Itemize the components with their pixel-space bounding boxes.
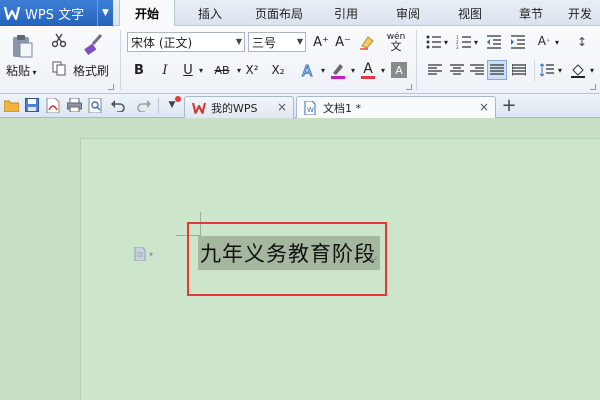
wps-logo-icon xyxy=(191,100,207,116)
close-icon[interactable]: × xyxy=(277,100,287,114)
justify-icon[interactable] xyxy=(487,60,507,80)
change-case-button[interactable]: A ⁺ xyxy=(534,31,554,51)
scissors-icon[interactable] xyxy=(50,31,68,49)
tab-developer[interactable]: 开发 xyxy=(568,0,600,26)
line-spacing-menu-icon[interactable] xyxy=(538,60,556,80)
undo-icon[interactable] xyxy=(110,97,126,113)
increase-indent-icon[interactable] xyxy=(508,33,528,51)
effect-dropdown-icon[interactable]: ▾ xyxy=(318,60,328,80)
text-effect-icon[interactable]: A xyxy=(298,60,318,80)
align-right-icon[interactable] xyxy=(468,62,486,78)
chevron-down-icon: ▼ xyxy=(235,37,242,46)
strikethrough-button[interactable]: AB xyxy=(210,60,234,80)
highlight-annotation-box xyxy=(187,222,387,296)
distributed-align-icon[interactable] xyxy=(510,62,528,78)
superscript-button[interactable]: X² xyxy=(242,60,262,80)
font-name-select[interactable]: 宋体 (正文) ▼ xyxy=(127,32,245,52)
font-color-swatch xyxy=(361,75,375,79)
character-shading-button[interactable]: A xyxy=(391,62,407,78)
shading-dropdown-icon[interactable]: ▾ xyxy=(588,60,596,80)
align-center-icon[interactable] xyxy=(448,62,466,78)
document-icon: W xyxy=(303,100,317,116)
preview-icon[interactable] xyxy=(87,97,103,113)
svg-text:W: W xyxy=(307,106,314,114)
save-icon[interactable] xyxy=(24,97,40,113)
align-left-icon[interactable] xyxy=(426,62,444,78)
phonetic-guide-button[interactable]: wén 文 xyxy=(382,31,410,53)
numbered-list-icon[interactable]: 123 xyxy=(454,33,474,51)
app-menu-button[interactable]: WPS 文字 ▼ xyxy=(0,0,113,26)
group-divider xyxy=(120,30,121,90)
change-case-dropdown-icon[interactable]: ▾ xyxy=(553,33,561,51)
svg-text:3: 3 xyxy=(456,45,459,49)
pdf-icon[interactable] xyxy=(45,97,61,113)
numbering-dropdown-icon[interactable]: ▾ xyxy=(472,33,480,51)
doc-tab-label: 我的WPS xyxy=(211,101,258,115)
font-color-button[interactable]: A xyxy=(358,60,378,80)
copy-icon[interactable] xyxy=(50,59,68,77)
app-title: WPS 文字 xyxy=(25,7,85,23)
tab-references[interactable]: 引用 xyxy=(326,0,366,26)
wps-logo-icon xyxy=(3,4,21,22)
redo-icon[interactable] xyxy=(136,97,152,113)
folder-icon[interactable] xyxy=(3,97,19,113)
print-icon[interactable] xyxy=(66,97,82,113)
line-spacing-dropdown-icon[interactable]: ▾ xyxy=(556,60,564,80)
font-size-select[interactable]: 三号 ▼ xyxy=(248,32,306,52)
font-color-dropdown-icon[interactable]: ▾ xyxy=(378,60,388,80)
tab-view[interactable]: 视图 xyxy=(450,0,490,26)
notification-dot-icon xyxy=(174,95,182,103)
underline-dropdown-icon[interactable]: ▾ xyxy=(196,60,206,80)
quick-access-divider xyxy=(158,98,159,114)
highlight-icon[interactable] xyxy=(328,60,348,80)
tab-home[interactable]: 开始 xyxy=(119,0,175,27)
svg-text:A: A xyxy=(302,62,313,78)
shrink-font-button[interactable]: A⁻ xyxy=(333,32,353,52)
subscript-button[interactable]: X₂ xyxy=(268,60,288,80)
format-painter-button[interactable]: 格式刷 xyxy=(73,62,109,79)
underline-button[interactable]: U xyxy=(180,60,196,80)
group-divider xyxy=(534,60,535,82)
grow-font-button[interactable]: A⁺ xyxy=(311,32,331,52)
clipboard-icon[interactable] xyxy=(8,32,36,60)
bullet-dropdown-icon[interactable]: ▾ xyxy=(442,33,450,51)
app-dropdown-icon[interactable]: ▼ xyxy=(97,0,113,26)
close-icon[interactable]: × xyxy=(479,100,489,114)
bullet-list-icon[interactable] xyxy=(424,33,444,51)
line-spacing-icon[interactable]: ↕ xyxy=(572,33,592,51)
quick-access-bar: ▼ 我的WPS × W 文档1 * × + xyxy=(0,94,600,119)
tab-insert[interactable]: 插入 xyxy=(188,0,232,26)
font-group-launcher[interactable] xyxy=(406,84,412,90)
ribbon: 粘贴 ▾ 格式刷 宋体 (正文) ▼ 三号 ▼ A⁺ A⁻ wén 文 B I U ▾… xyxy=(0,26,600,94)
clipboard-group-launcher[interactable] xyxy=(108,84,114,90)
doc-tab-document1[interactable]: W 文档1 * × xyxy=(296,96,496,119)
doc-tab-my-wps[interactable]: 我的WPS × xyxy=(184,96,294,118)
doc-tab-label: 文档1 * xyxy=(323,102,361,115)
menu-bar: WPS 文字 ▼ 开始 插入 页面布局 引用 审阅 视图 章节 开发 xyxy=(0,0,600,27)
chevron-down-icon: ▼ xyxy=(296,37,303,46)
group-divider xyxy=(416,30,417,90)
tab-section[interactable]: 章节 xyxy=(511,0,551,26)
decrease-indent-icon[interactable] xyxy=(484,33,504,51)
tab-review[interactable]: 审阅 xyxy=(388,0,428,26)
new-tab-button[interactable]: + xyxy=(500,95,518,116)
paste-button[interactable]: 粘贴 ▾ xyxy=(6,62,37,79)
tab-page-layout[interactable]: 页面布局 xyxy=(247,0,311,26)
paragraph-options-icon[interactable]: ▾ xyxy=(134,247,160,261)
highlight-dropdown-icon[interactable]: ▾ xyxy=(348,60,358,80)
paragraph-group-launcher[interactable] xyxy=(590,84,596,90)
bold-button[interactable]: B xyxy=(131,60,147,80)
clear-format-icon[interactable] xyxy=(357,32,377,52)
shading-bucket-icon[interactable] xyxy=(568,60,588,80)
brush-icon[interactable] xyxy=(80,31,106,57)
italic-button[interactable]: I xyxy=(157,60,173,80)
